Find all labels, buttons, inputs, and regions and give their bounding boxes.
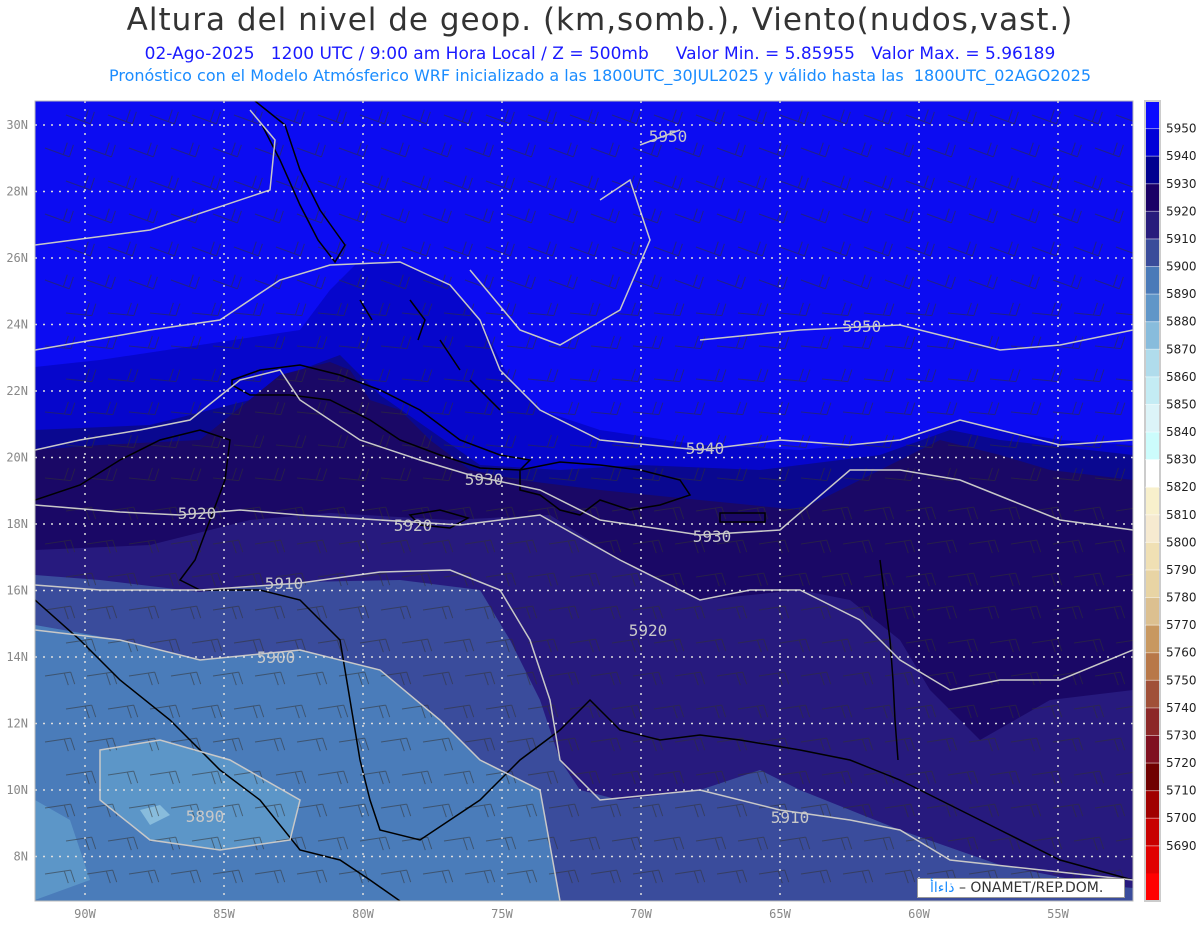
colorbar-swatch <box>1145 349 1160 378</box>
colorbar-label: 5870 <box>1166 342 1197 356</box>
colorbar-label: 5850 <box>1166 397 1197 411</box>
colorbar-swatch <box>1145 183 1160 212</box>
colorbar-swatch <box>1145 238 1160 268</box>
colorbar-label: 5890 <box>1166 287 1197 301</box>
onamet-logo: ذاءاأ <box>930 880 955 896</box>
colorbar-label: 5750 <box>1166 673 1197 687</box>
colorbar-swatch <box>1145 707 1160 736</box>
colorbar-label: 5770 <box>1166 618 1197 632</box>
contour-label: 5890 <box>186 807 225 826</box>
contour-label: 5930 <box>465 470 504 489</box>
contour-label: 5920 <box>629 621 668 640</box>
lat-label: 22N <box>6 384 28 398</box>
lon-label: 55W <box>1047 907 1069 921</box>
colorbar-label: 5900 <box>1166 260 1197 274</box>
colorbar-swatch <box>1145 459 1160 488</box>
colorbar-swatch <box>1145 376 1160 405</box>
lon-label: 75W <box>491 907 513 921</box>
lat-label: 10N <box>6 783 28 797</box>
colorbar-swatch <box>1145 432 1160 461</box>
colorbar-label: 5720 <box>1166 756 1197 770</box>
colorbar-label: 5690 <box>1166 839 1197 853</box>
colorbar-swatch <box>1145 763 1160 792</box>
colorbar-swatch <box>1145 569 1160 599</box>
colorbar-label: 5830 <box>1166 453 1197 467</box>
colorbar-swatch <box>1145 652 1160 681</box>
colorbar-label: 5810 <box>1166 508 1197 522</box>
colorbar-swatch <box>1145 211 1160 240</box>
lon-label: 80W <box>352 907 374 921</box>
map-plot-area: 5950595059405930592059205930591059205900… <box>35 101 1133 901</box>
lon-label: 60W <box>908 907 930 921</box>
lat-label: 20N <box>6 451 28 465</box>
colorbar-swatch <box>1145 625 1160 654</box>
colorbar-label: 5700 <box>1166 811 1197 825</box>
lon-label: 65W <box>769 907 791 921</box>
colorbar-label: 5940 <box>1166 149 1197 163</box>
colorbar-swatch <box>1145 680 1160 709</box>
colorbar-swatch <box>1145 790 1160 819</box>
credit-text: – ONAMET/REP.DOM. <box>954 880 1104 896</box>
lat-label: 26N <box>6 251 28 265</box>
colorbar-label: 5790 <box>1166 563 1197 577</box>
contour-label: 5910 <box>771 808 810 827</box>
colorbar-swatch <box>1145 873 1160 902</box>
colorbar-swatch <box>1145 294 1160 323</box>
colorbar-label: 5800 <box>1166 535 1197 549</box>
colorbar-swatch <box>1145 514 1160 543</box>
contour-label: 5930 <box>693 527 732 546</box>
colorbar-swatch <box>1145 818 1160 847</box>
contour-label: 5950 <box>649 127 688 146</box>
contour-label: 5940 <box>686 439 725 458</box>
lat-label: 12N <box>6 717 28 731</box>
colorbar-label: 5740 <box>1166 701 1197 715</box>
geopotential-map: 5950 5950 5940 5930 5920 5920 5930 5910 5920 5900… <box>6 100 1197 921</box>
contour-label: 5920 <box>178 504 217 523</box>
lat-label: 16N <box>6 584 28 598</box>
colorbar-swatch <box>1145 101 1160 130</box>
credit-box: ذاءاأ – ONAMET/REP.DOM. <box>917 878 1125 898</box>
colorbar-swatch <box>1145 128 1160 157</box>
colorbar-label: 5930 <box>1166 177 1197 191</box>
colorbar-label: 5710 <box>1166 784 1197 798</box>
colorbar-label: 5880 <box>1166 315 1197 329</box>
colorbar-swatch <box>1145 156 1160 185</box>
lat-label: 28N <box>6 185 28 199</box>
contour-label: 5950 <box>843 317 882 336</box>
colorbar-label: 5760 <box>1166 646 1197 660</box>
colorbar-label: 5910 <box>1166 232 1197 246</box>
colorbar-swatch <box>1145 845 1160 874</box>
colorbar-swatch <box>1145 404 1160 433</box>
lon-label: 90W <box>74 907 96 921</box>
colorbar-swatch <box>1145 321 1160 350</box>
colorbar-swatch <box>1145 542 1160 571</box>
colorbar-label: 5780 <box>1166 591 1197 605</box>
colorbar-label: 5820 <box>1166 480 1197 494</box>
lat-label: 24N <box>6 318 28 332</box>
colorbar: 5950 5940 5930 5920 5910 5900 5890 5880 5870 5860… <box>1144 100 1197 902</box>
colorbar-swatch <box>1145 735 1160 764</box>
colorbar-label: 5920 <box>1166 204 1197 218</box>
colorbar-label: 5840 <box>1166 425 1197 439</box>
lat-label: 18N <box>6 517 28 531</box>
lat-label: 30N <box>6 118 28 132</box>
colorbar-swatch <box>1145 597 1160 626</box>
lat-label: 8N <box>14 850 28 864</box>
contour-label: 5920 <box>394 516 433 535</box>
colorbar-swatch <box>1145 266 1160 295</box>
lon-label: 85W <box>213 907 235 921</box>
lon-label: 70W <box>630 907 652 921</box>
lat-label: 14N <box>6 650 28 664</box>
colorbar-swatch <box>1145 487 1160 516</box>
colorbar-label: 5950 <box>1166 122 1197 136</box>
colorbar-label: 5860 <box>1166 370 1197 384</box>
colorbar-label: 5730 <box>1166 728 1197 742</box>
